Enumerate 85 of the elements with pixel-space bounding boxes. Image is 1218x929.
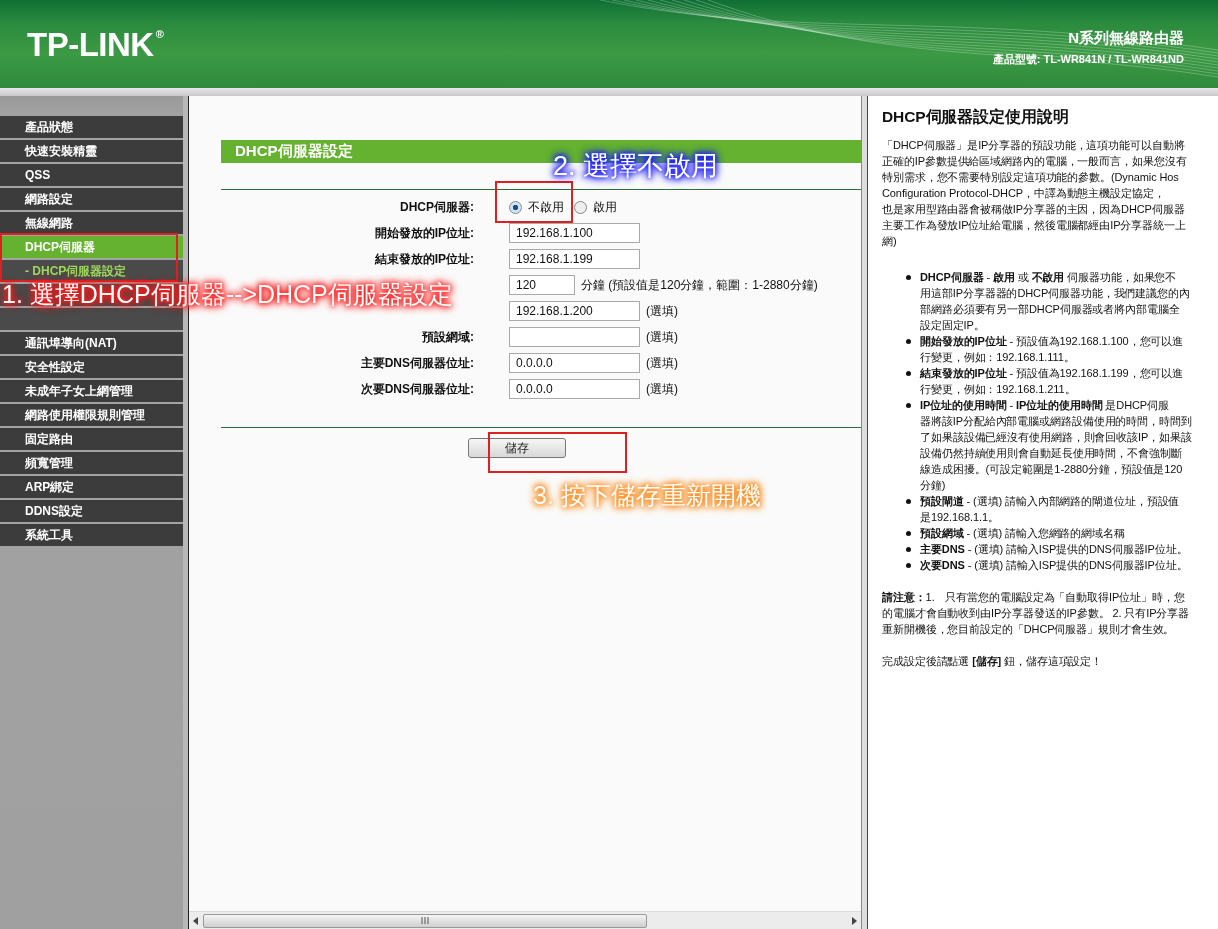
help-text-line: 行變更，例如：192.168.1.111。 bbox=[920, 350, 1075, 365]
radio-button[interactable] bbox=[574, 200, 587, 214]
input-field[interactable]: 120 bbox=[509, 275, 575, 295]
input-field[interactable]: 192.168.1.199 bbox=[509, 249, 640, 269]
help-text-line: 次要DNS - (選填) 請輸入ISP提供的DNS伺服器IP位址。 bbox=[920, 558, 1188, 573]
help-text-line: 「DHCP伺服器」是IP分享器的預設功能，這項功能可以自動將 bbox=[882, 138, 1185, 153]
help-text-line: 主要DNS - (選填) 請輸入ISP提供的DNS伺服器IP位址。 bbox=[920, 542, 1188, 557]
sidebar-item[interactable]: 系統工具 bbox=[0, 524, 183, 546]
sidebar-item[interactable]: - DHCP伺服器設定 bbox=[0, 260, 183, 282]
bullet-icon bbox=[906, 547, 911, 552]
help-text-line: 線造成困擾。(可設定範圍是1-2880分鐘，預設值是120 bbox=[920, 462, 1183, 477]
input-field[interactable]: 0.0.0.0 bbox=[509, 353, 640, 373]
help-text-line: IP位址的使用時間 - IP位址的使用時間 是DHCP伺服 bbox=[920, 398, 1169, 413]
help-text-line: 用這部IP分享器器的DHCP伺服器功能，我們建議您的內 bbox=[920, 286, 1190, 301]
radio-label: 不啟用 bbox=[528, 198, 564, 216]
radio-label: 啟用 bbox=[593, 198, 617, 216]
product-series: N系列無線路由器 bbox=[1068, 29, 1184, 48]
help-text-line: 結束發放的IP位址 - 預設值為192.168.1.199，您可以進 bbox=[920, 366, 1184, 381]
field-label: 開始發放的IP位址: bbox=[373, 224, 474, 242]
sidebar-item[interactable]: 快速安裝精靈 bbox=[0, 140, 183, 162]
input-field[interactable]: 192.168.1.100 bbox=[509, 223, 640, 243]
field-label: 主要DNS伺服器位址: bbox=[359, 354, 474, 372]
sidebar-item[interactable]: ARP綁定 bbox=[0, 476, 183, 498]
field-note: (選填) bbox=[646, 354, 678, 372]
input-field[interactable]: 0.0.0.0 bbox=[509, 379, 640, 399]
sidebar-item[interactable]: 無線網路 bbox=[0, 212, 183, 234]
help-text-line: 也是家用型路由器會被稱做IP分享器的主因，因為DHCP伺服器 bbox=[882, 202, 1185, 217]
help-text-line: 預設閘道 - (選填) 請輸入內部網路的閘道位址，預設值 bbox=[920, 494, 1180, 509]
bullet-icon bbox=[906, 371, 911, 376]
field-label: DHCP伺服器: bbox=[399, 198, 474, 216]
help-text-line: 了如果該設備已經沒有使用網路，則會回收該IP，如果該 bbox=[920, 430, 1192, 445]
help-text-line: 行變更，例如：192.168.1.211。 bbox=[920, 382, 1076, 397]
bullet-icon bbox=[906, 499, 911, 504]
help-footer: 完成設定後請點選 [儲存] 鈕，儲存這項設定！ bbox=[882, 653, 1103, 669]
help-text-line: 預設網域 - (選填) 請輸入您網路的網域名稱 bbox=[920, 526, 1125, 541]
help-text-line: Configuration Protocol-DHCP，中譯為動態主機設定協定， bbox=[882, 186, 1165, 201]
bullet-icon bbox=[906, 403, 911, 408]
field-label: 預設網域: bbox=[421, 328, 474, 346]
help-text-line: 分鐘) bbox=[920, 478, 946, 493]
help-text-line: 設備仍然持續使用則會自動延長使用時間，不會強制斷 bbox=[920, 446, 1182, 461]
field-note: 分鐘 (預設值是120分鐘，範圍：1-2880分鐘) bbox=[581, 276, 818, 294]
help-text-line: 器將該IP分配給內部電腦或網路設備使用的時間，時間到 bbox=[920, 414, 1192, 429]
save-button[interactable]: 儲存 bbox=[467, 438, 566, 458]
help-text-line: DHCP伺服器 - 啟用 或 不啟用 伺服器功能，如果您不 bbox=[920, 270, 1177, 285]
sidebar-item[interactable]: 頻寬管理 bbox=[0, 452, 183, 474]
sidebar-item[interactable]: 安全性設定 bbox=[0, 356, 183, 378]
scroll-right-icon[interactable] bbox=[851, 916, 857, 925]
input-field[interactable]: 192.168.1.200 bbox=[509, 301, 640, 321]
radio-button[interactable] bbox=[509, 200, 522, 214]
brand-logo: TP-LINK® bbox=[27, 26, 164, 64]
horizontal-scrollbar[interactable] bbox=[189, 911, 861, 929]
sidebar-item[interactable]: DDNS設定 bbox=[0, 500, 183, 522]
field-label: 結束發放的IP位址: bbox=[373, 250, 474, 268]
sidebar-item[interactable]: QSS bbox=[0, 164, 183, 186]
bullet-icon bbox=[906, 275, 911, 280]
sidebar-item[interactable]: 網路使用權限規則管理 bbox=[0, 404, 183, 426]
help-text-line: 重新開機後，您目前設定的「DHCP伺服器」規則才會生效。 bbox=[882, 622, 1175, 637]
sidebar-item[interactable]: 通訊埠導向(NAT) bbox=[0, 332, 183, 354]
help-text-line: 請注意：1. 只有當您的電腦設定為「自動取得IP位址」時，您 bbox=[882, 590, 1185, 605]
field-note: (選填) bbox=[646, 302, 678, 320]
grip-icon bbox=[421, 917, 429, 924]
sidebar-item[interactable]: 未成年子女上網管理 bbox=[0, 380, 183, 402]
field-note: (選填) bbox=[646, 328, 678, 346]
help-text-line: 網) bbox=[882, 234, 897, 249]
help-text-line: 主要工作為發放IP位址給電腦，然後電腦都經由IP分享器統一上 bbox=[882, 218, 1186, 233]
field-note: (選填) bbox=[646, 380, 678, 398]
help-text-line: 的電腦才會自動收到由IP分享器發送的IP參數。 2. 只有IP分享器 bbox=[882, 606, 1190, 621]
bullet-icon bbox=[906, 339, 911, 344]
product-model: 產品型號: TL-WR841N / TL-WR841ND bbox=[992, 52, 1184, 67]
help-title: DHCP伺服器設定使用說明 bbox=[882, 107, 1070, 127]
bullet-icon bbox=[906, 563, 911, 568]
sidebar-item[interactable]: 固定路由 bbox=[0, 428, 183, 450]
sidebar-item[interactable]: 網路設定 bbox=[0, 188, 183, 210]
help-text-line: 開始發放的IP位址 - 預設值為192.168.1.100，您可以進 bbox=[920, 334, 1184, 349]
help-text-line: 特別需求，您不需要特別設定這項功能的參數。(Dynamic Hos bbox=[882, 170, 1179, 185]
bullet-icon bbox=[906, 531, 911, 536]
scroll-left-icon[interactable] bbox=[193, 916, 199, 925]
sidebar-item[interactable]: 產品狀態 bbox=[0, 116, 183, 138]
help-text-line: 是192.168.1.1。 bbox=[920, 510, 999, 525]
field-label: 次要DNS伺服器位址: bbox=[359, 380, 474, 398]
help-text-line: 正確的IP參數提供給區域網路內的電腦，一般而言，如果您沒有 bbox=[882, 154, 1187, 169]
scroll-thumb[interactable] bbox=[203, 913, 647, 928]
input-field[interactable] bbox=[509, 327, 640, 347]
help-text-line: 設定固定IP。 bbox=[920, 318, 985, 333]
help-text-line: 部網路必須要有另一部DHCP伺服器或者將內部電腦全 bbox=[920, 302, 1180, 317]
